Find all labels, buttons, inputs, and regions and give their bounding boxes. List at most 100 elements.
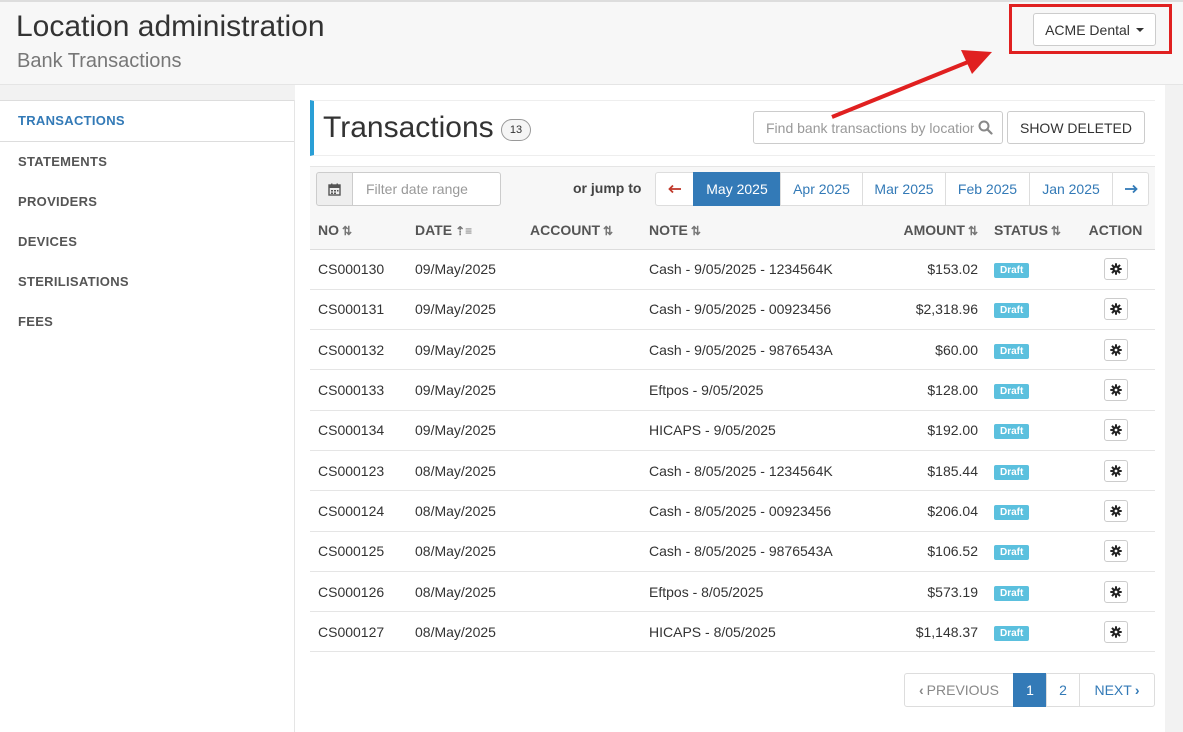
column-header-date[interactable]: DATE ⇡≡ <box>407 212 522 250</box>
status-badge: Draft <box>994 504 1030 520</box>
cell-no: CS000132 <box>318 341 385 358</box>
cell-date: 08/May/2025 <box>415 502 496 519</box>
search-icon[interactable] <box>978 120 993 135</box>
cell-date: 08/May/2025 <box>415 462 496 479</box>
column-header-account[interactable]: ACCOUNT ⇅ <box>522 212 641 250</box>
column-header-note[interactable]: NOTE ⇅ <box>641 212 866 250</box>
table-row[interactable]: CS000127 08/May/2025 HICAPS - 8/05/2025 $1,… <box>310 612 1155 652</box>
next-page-button[interactable]: NEXT › <box>1079 673 1155 707</box>
sidebar-item-transactions[interactable]: TRANSACTIONS <box>0 100 294 142</box>
table-row[interactable]: CS000123 08/May/2025 Cash - 8/05/2025 - 12… <box>310 450 1155 491</box>
sidebar-item-statements[interactable]: STATEMENTS <box>0 142 294 182</box>
cell-amount: $185.44 <box>927 462 978 479</box>
row-settings-button[interactable] <box>1103 620 1128 643</box>
sidebar-item-fees[interactable]: FEES <box>0 302 294 342</box>
table-row[interactable]: CS000134 09/May/2025 HICAPS - 9/05/2025 $19… <box>310 410 1155 451</box>
table-body: CS000130 09/May/2025 Cash - 9/05/2025 - 12… <box>310 249 1155 652</box>
gear-icon <box>1109 464 1122 477</box>
gear-icon <box>1109 263 1122 275</box>
row-settings-button[interactable] <box>1103 298 1128 321</box>
cell-action <box>1076 612 1155 652</box>
table-row[interactable]: CS000130 09/May/2025 Cash - 9/05/2025 - 12… <box>310 249 1155 290</box>
sort-icon: ⇅ <box>1050 224 1061 239</box>
cell-amount: $192.00 <box>927 422 978 439</box>
row-settings-button[interactable] <box>1103 540 1128 563</box>
prev-month-button[interactable] <box>655 172 694 206</box>
status-badge: Draft <box>994 585 1030 601</box>
column-header-no[interactable]: NO ⇅ <box>310 212 407 250</box>
cell-note: HICAPS - 8/05/2025 <box>649 623 776 640</box>
cell-action <box>1076 330 1155 370</box>
cell-account <box>522 450 641 490</box>
cell-status: Draft <box>986 289 1076 329</box>
cell-amount: $153.02 <box>927 261 978 278</box>
table-row[interactable]: CS000126 08/May/2025 Eftpos - 8/05/2025 $57… <box>310 571 1155 612</box>
page-button-1[interactable]: 1 <box>1013 673 1047 707</box>
cell-date: 09/May/2025 <box>415 422 496 439</box>
cell-account <box>522 289 641 329</box>
cell-no: CS000123 <box>318 462 385 479</box>
search-input[interactable] <box>766 112 974 143</box>
table-row[interactable]: CS000131 09/May/2025 Cash - 9/05/2025 - 00… <box>310 289 1155 330</box>
table-row[interactable]: CS000124 08/May/2025 Cash - 8/05/2025 - 00… <box>310 491 1155 532</box>
cell-account <box>522 370 641 410</box>
show-deleted-button[interactable]: SHOW DELETED <box>1007 111 1145 144</box>
cell-amount: $573.19 <box>927 583 978 600</box>
cell-account <box>522 612 641 652</box>
date-range-input[interactable] <box>353 173 500 205</box>
table-row[interactable]: CS000132 09/May/2025 Cash - 9/05/2025 - 98… <box>310 330 1155 370</box>
transactions-title: Transactions <box>323 111 494 144</box>
cell-action <box>1076 571 1155 611</box>
date-range-field <box>352 172 501 206</box>
month-tab-mar-2025[interactable]: Mar 2025 <box>862 172 946 206</box>
row-settings-button[interactable] <box>1103 499 1128 522</box>
sidebar-item-sterilisations[interactable]: STERILISATIONS <box>0 262 294 302</box>
gear-icon <box>1109 505 1122 517</box>
column-header-amount[interactable]: AMOUNT ⇅ <box>866 212 986 250</box>
month-tab-feb-2025[interactable]: Feb 2025 <box>945 172 1030 206</box>
previous-page-button[interactable]: ‹ PREVIOUS <box>904 673 1014 707</box>
table-row[interactable]: CS000133 09/May/2025 Eftpos - 9/05/2025 $12… <box>310 370 1155 411</box>
status-badge: Draft <box>994 545 1030 561</box>
cell-date: 09/May/2025 <box>415 382 496 399</box>
row-settings-button[interactable] <box>1103 459 1128 482</box>
cell-action <box>1076 531 1155 571</box>
month-tab-jan-2025[interactable]: Jan 2025 <box>1029 172 1113 206</box>
cell-no: CS000133 <box>318 382 385 399</box>
cell-action <box>1076 491 1155 531</box>
sort-icon: ⇅ <box>342 224 353 239</box>
cell-amount: $1,148.37 <box>915 623 978 640</box>
cell-no: CS000125 <box>318 543 385 560</box>
cell-amount: $60.00 <box>935 341 978 358</box>
gear-icon <box>1109 303 1122 316</box>
cell-account <box>522 571 641 611</box>
status-badge: Draft <box>994 424 1030 440</box>
cell-note: Cash - 9/05/2025 - 9876543A <box>649 341 833 358</box>
pagination: ‹ PREVIOUS 1 2 NEXT › <box>904 673 1155 707</box>
row-settings-button[interactable] <box>1103 338 1128 361</box>
page-button-2[interactable]: 2 <box>1046 673 1080 707</box>
row-settings-button[interactable] <box>1103 419 1128 442</box>
calendar-button[interactable] <box>316 172 353 206</box>
cell-account <box>522 491 641 531</box>
cell-status: Draft <box>986 531 1076 571</box>
sidebar-nav: TRANSACTIONS STATEMENTS PROVIDERS DEVICE… <box>0 100 295 732</box>
transactions-count-badge: 13 <box>501 119 531 141</box>
next-month-button[interactable] <box>1112 172 1149 206</box>
row-settings-button[interactable] <box>1103 379 1128 402</box>
sort-icon: ⇅ <box>967 224 978 239</box>
sidebar-item-providers[interactable]: PROVIDERS <box>0 182 294 222</box>
cell-action <box>1076 410 1155 450</box>
cell-action <box>1076 289 1155 329</box>
month-tab-apr-2025[interactable]: Apr 2025 <box>780 172 863 206</box>
sidebar-item-devices[interactable]: DEVICES <box>0 222 294 262</box>
month-tab-may-2025[interactable]: May 2025 <box>693 172 781 206</box>
row-settings-button[interactable] <box>1103 258 1128 281</box>
jump-to-label: or jump to <box>573 180 642 196</box>
cell-account <box>522 410 641 450</box>
month-navigation: May 2025 Apr 2025 Mar 2025 Feb 2025 Jan … <box>655 172 1149 206</box>
sort-icon: ⇅ <box>603 224 614 239</box>
row-settings-button[interactable] <box>1103 580 1128 603</box>
table-row[interactable]: CS000125 08/May/2025 Cash - 8/05/2025 - 98… <box>310 531 1155 572</box>
column-header-status[interactable]: STATUS ⇅ <box>986 212 1076 250</box>
